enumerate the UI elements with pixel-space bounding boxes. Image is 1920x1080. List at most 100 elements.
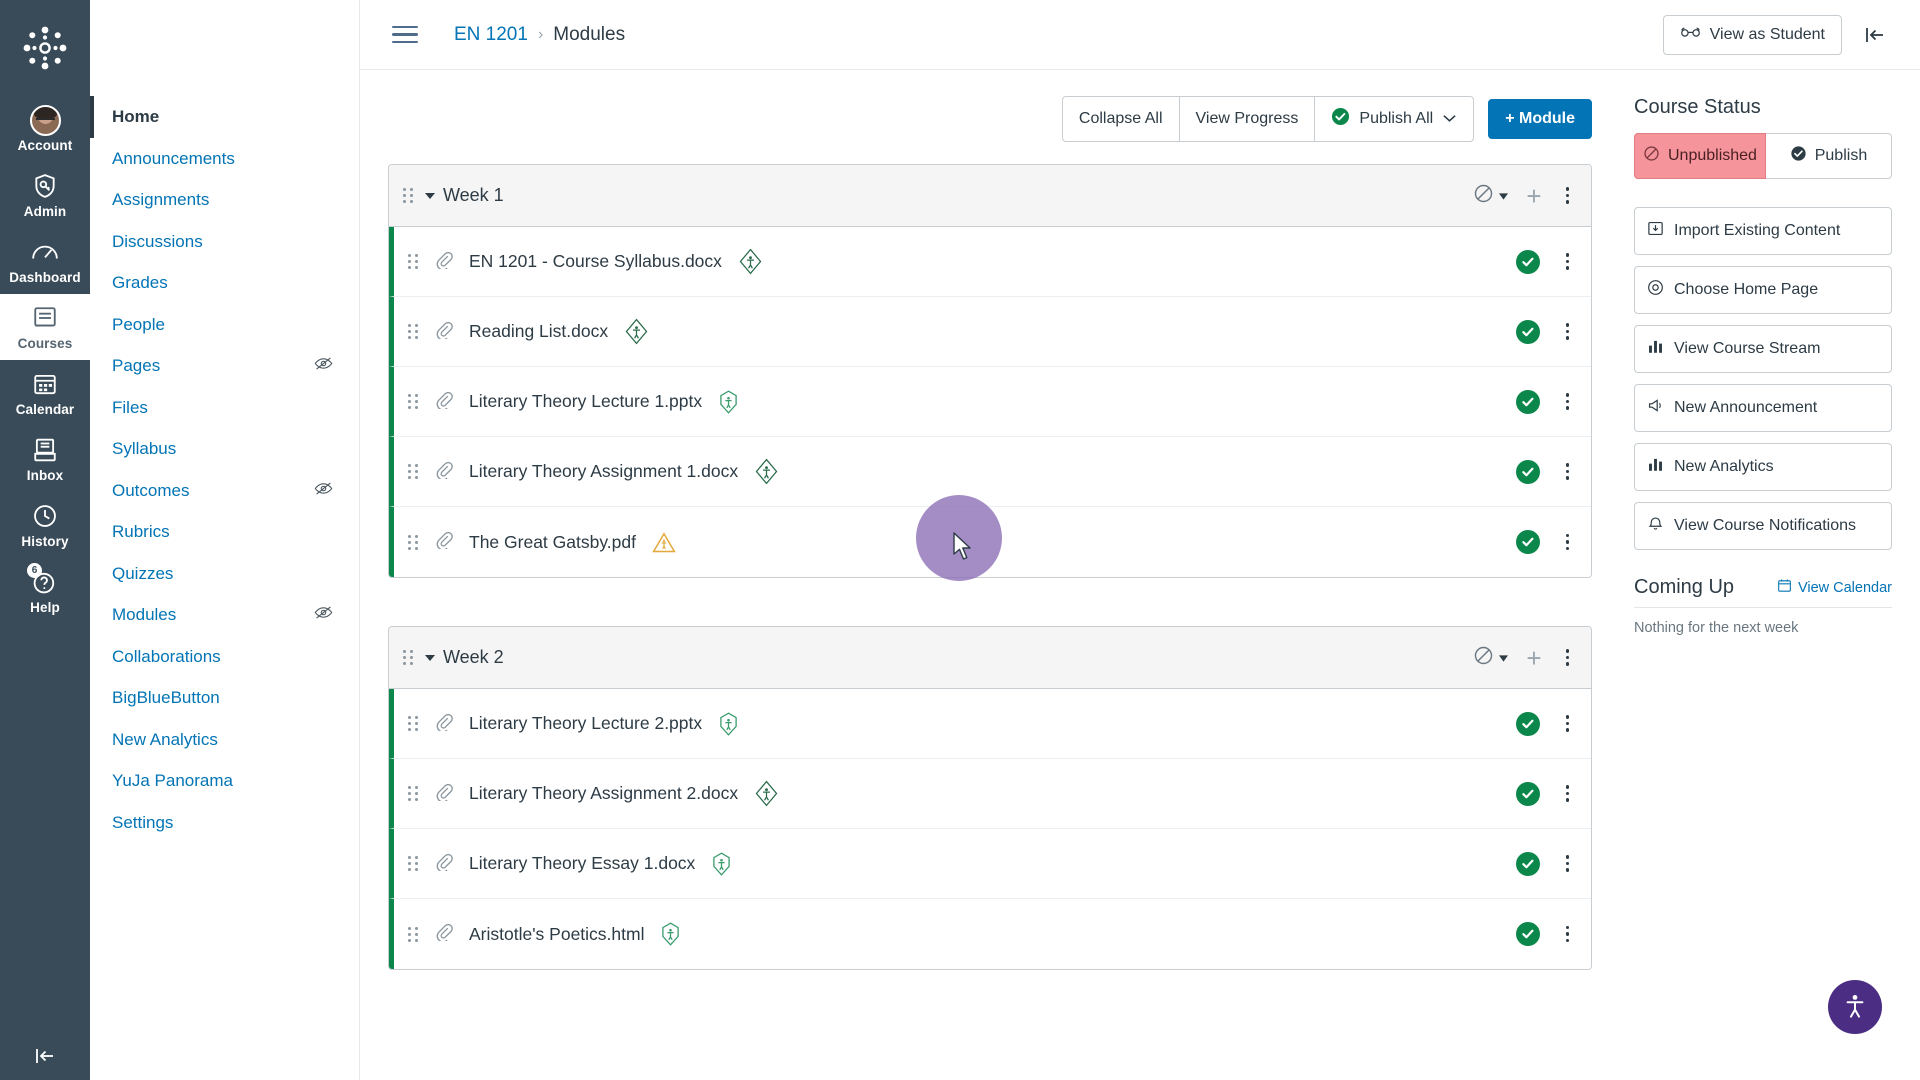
drag-handle-icon[interactable] bbox=[408, 394, 418, 409]
a11y-hexagon-icon[interactable] bbox=[718, 711, 739, 736]
publish-status-icon[interactable] bbox=[1515, 389, 1540, 414]
module-publish-state-button[interactable] bbox=[1473, 645, 1509, 671]
collapse-all-button[interactable]: Collapse All bbox=[1061, 96, 1180, 142]
course-nav-modules[interactable]: Modules bbox=[90, 594, 359, 636]
course-nav-announcements[interactable]: Announcements bbox=[90, 138, 359, 180]
hamburger-menu-icon[interactable] bbox=[382, 18, 428, 52]
drag-handle-icon[interactable] bbox=[408, 534, 418, 550]
breadcrumb-course-link[interactable]: EN 1201 bbox=[454, 24, 528, 46]
drag-handle-icon[interactable] bbox=[403, 188, 413, 203]
course-nav-collaborations[interactable]: Collaborations bbox=[90, 636, 359, 678]
course-nav-assignments[interactable]: Assignments bbox=[90, 179, 359, 221]
accessibility-fab-button[interactable] bbox=[1828, 980, 1882, 1034]
drag-handle-icon[interactable] bbox=[408, 926, 418, 942]
item-kebab-menu-icon[interactable] bbox=[1560, 851, 1576, 876]
module-item[interactable]: EN 1201 - Course Syllabus.docx bbox=[389, 227, 1591, 297]
drag-handle-icon[interactable] bbox=[408, 856, 418, 871]
course-nav-yuja-panorama[interactable]: YuJa Panorama bbox=[90, 760, 359, 802]
a11y-hexagon-icon[interactable] bbox=[711, 851, 732, 876]
view-course-stream-button[interactable]: View Course Stream bbox=[1634, 325, 1892, 373]
item-kebab-menu-icon[interactable] bbox=[1560, 711, 1576, 736]
publish-status-icon[interactable] bbox=[1515, 711, 1540, 736]
a11y-hexagon-icon[interactable] bbox=[660, 922, 681, 946]
module-item[interactable]: The Great Gatsby.pdf bbox=[389, 507, 1591, 577]
add-module-item-button[interactable]: + bbox=[1526, 183, 1541, 209]
drag-handle-icon[interactable] bbox=[408, 254, 418, 269]
course-nav-people[interactable]: People bbox=[90, 304, 359, 346]
module-item[interactable]: Literary Theory Assignment 1.docx bbox=[389, 437, 1591, 507]
collapse-right-panel-button[interactable] bbox=[1856, 19, 1894, 51]
drag-handle-icon[interactable] bbox=[408, 786, 418, 801]
course-nav-quizzes[interactable]: Quizzes bbox=[90, 553, 359, 595]
course-nav-new-analytics[interactable]: New Analytics bbox=[90, 719, 359, 761]
module-item[interactable]: Reading List.docx bbox=[389, 297, 1591, 367]
collapse-module-caret-icon[interactable] bbox=[425, 654, 435, 661]
course-nav-home[interactable]: Home bbox=[90, 96, 359, 138]
a11y-diamond-icon[interactable] bbox=[624, 318, 649, 345]
module-publish-state-button[interactable] bbox=[1473, 183, 1509, 209]
module-item[interactable]: Literary Theory Lecture 2.pptx bbox=[389, 689, 1591, 759]
course-nav-discussions[interactable]: Discussions bbox=[90, 221, 359, 263]
add-module-item-button[interactable]: + bbox=[1526, 645, 1541, 671]
view-as-student-button[interactable]: View as Student bbox=[1662, 14, 1842, 55]
a11y-hexagon-icon[interactable] bbox=[718, 389, 739, 414]
publish-status-icon[interactable] bbox=[1515, 459, 1540, 484]
import-existing-content-button[interactable]: Import Existing Content bbox=[1634, 207, 1892, 255]
drag-handle-icon[interactable] bbox=[408, 324, 418, 339]
course-nav-pages[interactable]: Pages bbox=[90, 345, 359, 387]
canvas-logo[interactable] bbox=[19, 22, 71, 74]
new-analytics-button[interactable]: New Analytics bbox=[1634, 443, 1892, 491]
module-kebab-menu-icon[interactable] bbox=[1560, 183, 1576, 208]
global-nav-history[interactable]: History bbox=[0, 492, 90, 558]
a11y-warning-triangle-icon[interactable] bbox=[652, 531, 676, 554]
module-item[interactable]: Literary Theory Essay 1.docx bbox=[389, 829, 1591, 899]
item-kebab-menu-icon[interactable] bbox=[1560, 530, 1576, 555]
global-nav-courses[interactable]: Courses bbox=[0, 294, 90, 360]
course-nav-grades[interactable]: Grades bbox=[90, 262, 359, 304]
view-calendar-link[interactable]: View Calendar bbox=[1777, 578, 1892, 597]
unpublished-status-button[interactable]: Unpublished bbox=[1634, 133, 1766, 179]
collapse-module-caret-icon[interactable] bbox=[425, 192, 435, 199]
publish-status-icon[interactable] bbox=[1515, 851, 1540, 876]
view-progress-button[interactable]: View Progress bbox=[1178, 96, 1316, 142]
choose-home-page-button[interactable]: Choose Home Page bbox=[1634, 266, 1892, 314]
course-nav-files[interactable]: Files bbox=[90, 387, 359, 429]
module-item[interactable]: Literary Theory Lecture 1.pptx bbox=[389, 367, 1591, 437]
global-nav-account[interactable]: Account bbox=[0, 96, 90, 162]
global-nav-dashboard[interactable]: Dashboard bbox=[0, 228, 90, 294]
publish-status-icon[interactable] bbox=[1515, 249, 1540, 274]
item-kebab-menu-icon[interactable] bbox=[1560, 922, 1576, 947]
course-nav-outcomes[interactable]: Outcomes bbox=[90, 470, 359, 512]
global-nav-calendar[interactable]: Calendar bbox=[0, 360, 90, 426]
add-module-button[interactable]: + Module bbox=[1488, 99, 1592, 139]
item-kebab-menu-icon[interactable] bbox=[1560, 249, 1576, 274]
publish-status-icon[interactable] bbox=[1515, 530, 1540, 554]
drag-handle-icon[interactable] bbox=[403, 650, 413, 665]
module-item[interactable]: Aristotle's Poetics.html bbox=[389, 899, 1591, 969]
item-kebab-menu-icon[interactable] bbox=[1560, 389, 1576, 414]
item-kebab-menu-icon[interactable] bbox=[1560, 319, 1576, 344]
drag-handle-icon[interactable] bbox=[408, 464, 418, 479]
course-nav-settings[interactable]: Settings bbox=[90, 802, 359, 844]
global-nav-collapse-button[interactable] bbox=[0, 1046, 90, 1066]
course-nav-bigbluebutton[interactable]: BigBlueButton bbox=[90, 677, 359, 719]
course-nav-syllabus[interactable]: Syllabus bbox=[90, 428, 359, 470]
a11y-diamond-icon[interactable] bbox=[754, 458, 779, 485]
module-kebab-menu-icon[interactable] bbox=[1560, 645, 1576, 670]
publish-status-icon[interactable] bbox=[1515, 781, 1540, 806]
global-nav-help[interactable]: 6 Help bbox=[0, 558, 90, 624]
publish-status-icon[interactable] bbox=[1515, 922, 1540, 946]
item-kebab-menu-icon[interactable] bbox=[1560, 781, 1576, 806]
a11y-diamond-icon[interactable] bbox=[738, 248, 763, 275]
a11y-diamond-icon[interactable] bbox=[754, 780, 779, 807]
global-nav-inbox[interactable]: Inbox bbox=[0, 426, 90, 492]
drag-handle-icon[interactable] bbox=[408, 716, 418, 731]
new-announcement-button[interactable]: New Announcement bbox=[1634, 384, 1892, 432]
publish-course-button[interactable]: Publish bbox=[1765, 133, 1892, 179]
global-nav-admin[interactable]: Admin bbox=[0, 162, 90, 228]
module-item[interactable]: Literary Theory Assignment 2.docx bbox=[389, 759, 1591, 829]
course-nav-rubrics[interactable]: Rubrics bbox=[90, 511, 359, 553]
publish-status-icon[interactable] bbox=[1515, 319, 1540, 344]
view-course-notifications-button[interactable]: View Course Notifications bbox=[1634, 502, 1892, 550]
item-kebab-menu-icon[interactable] bbox=[1560, 459, 1576, 484]
